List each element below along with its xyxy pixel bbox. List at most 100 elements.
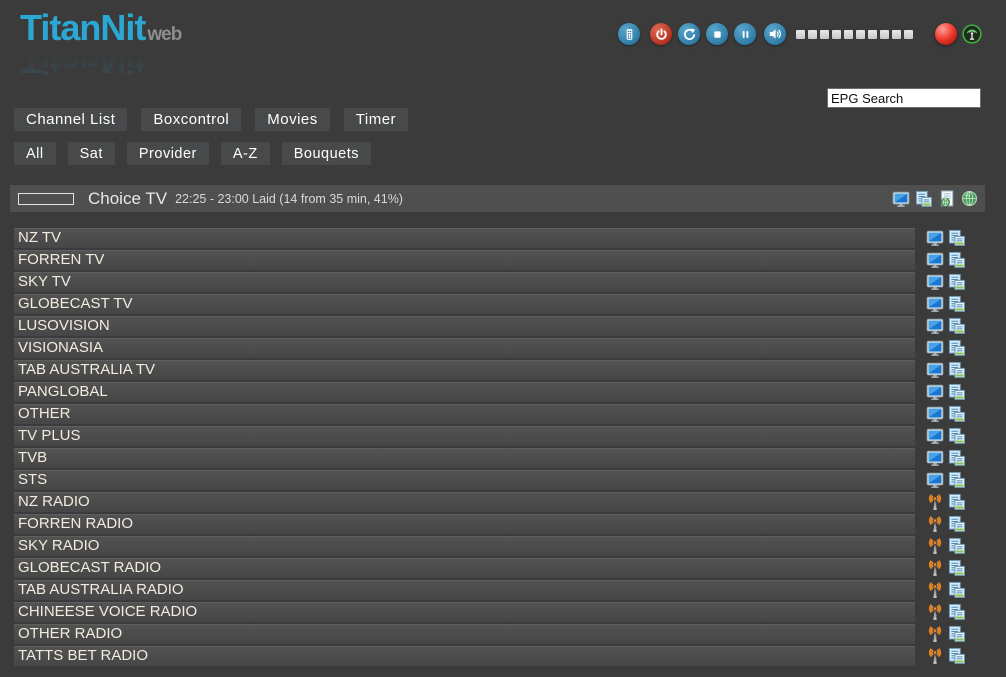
volume-segment[interactable] <box>868 30 877 39</box>
channel-row-bar[interactable]: SKY TV <box>14 272 915 292</box>
radio-icon[interactable] <box>926 581 944 599</box>
tv-screen-icon[interactable] <box>892 190 910 208</box>
channel-row-bar[interactable]: OTHER <box>14 404 915 424</box>
epg-icon[interactable] <box>948 449 966 467</box>
channel-row-bar[interactable]: OTHER RADIO <box>14 624 915 644</box>
channel-row-bar[interactable]: NZ TV <box>14 228 915 248</box>
channel-row-bar[interactable]: PANGLOBAL <box>14 382 915 402</box>
channel-row-actions <box>922 383 966 401</box>
epg-icon[interactable] <box>948 339 966 357</box>
radio-icon[interactable] <box>926 493 944 511</box>
epg-search-input[interactable] <box>827 88 981 108</box>
stream-icon[interactable] <box>962 24 982 44</box>
epg-icon[interactable] <box>948 405 966 423</box>
channel-row-bar[interactable]: LUSOVISION <box>14 316 915 336</box>
epg-icon[interactable] <box>948 383 966 401</box>
radio-icon[interactable] <box>926 625 944 643</box>
tv-screen-icon[interactable] <box>926 229 944 247</box>
epg-icon[interactable] <box>948 229 966 247</box>
volume-segment[interactable] <box>796 30 805 39</box>
progress-bar <box>18 193 74 205</box>
stop-icon[interactable] <box>706 23 728 45</box>
channel-row-actions <box>922 515 966 533</box>
volume-segment[interactable] <box>904 30 913 39</box>
channel-row-bar[interactable]: CHINEESE VOICE RADIO <box>14 602 915 622</box>
webtv-icon[interactable] <box>938 190 956 208</box>
nav-tab-boxcontrol[interactable]: Boxcontrol <box>141 108 241 131</box>
channel-row-bar[interactable]: STS <box>14 470 915 490</box>
tv-screen-icon[interactable] <box>926 273 944 291</box>
epg-icon[interactable] <box>948 603 966 621</box>
epg-icon[interactable] <box>915 190 933 208</box>
volume-segment[interactable] <box>820 30 829 39</box>
channel-list: NZ TV FORREN TV <box>14 228 1006 668</box>
radio-icon[interactable] <box>926 559 944 577</box>
epg-icon[interactable] <box>948 251 966 269</box>
volume-segment[interactable] <box>808 30 817 39</box>
epg-icon[interactable] <box>948 295 966 313</box>
radio-icon[interactable] <box>926 647 944 665</box>
tv-screen-icon[interactable] <box>926 251 944 269</box>
channel-row-bar[interactable]: GLOBECAST RADIO <box>14 558 915 578</box>
radio-icon[interactable] <box>926 515 944 533</box>
channel-row-bar[interactable]: FORREN RADIO <box>14 514 915 534</box>
channel-row: GLOBECAST TV <box>14 294 1006 314</box>
epg-icon[interactable] <box>948 537 966 555</box>
volume-segment[interactable] <box>892 30 901 39</box>
epg-icon[interactable] <box>948 427 966 445</box>
channel-row-bar[interactable]: TAB AUSTRALIA RADIO <box>14 580 915 600</box>
volume-segment[interactable] <box>832 30 841 39</box>
pause-icon[interactable] <box>734 23 756 45</box>
remote-icon[interactable] <box>618 23 640 45</box>
channel-row-bar[interactable]: FORREN TV <box>14 250 915 270</box>
radio-icon[interactable] <box>926 603 944 621</box>
channel-row-bar[interactable]: SKY RADIO <box>14 536 915 556</box>
tv-screen-icon[interactable] <box>926 427 944 445</box>
tv-screen-icon[interactable] <box>926 317 944 335</box>
filter-button-provider[interactable]: Provider <box>127 142 209 165</box>
tv-screen-icon[interactable] <box>926 405 944 423</box>
channel-row-bar[interactable]: NZ RADIO <box>14 492 915 512</box>
nav-tab-timer[interactable]: Timer <box>344 108 408 131</box>
filter-button-all[interactable]: All <box>14 142 56 165</box>
epg-icon[interactable] <box>948 361 966 379</box>
epg-icon[interactable] <box>948 581 966 599</box>
channel-row-bar[interactable]: TAB AUSTRALIA TV <box>14 360 915 380</box>
epg-icon[interactable] <box>948 625 966 643</box>
nav-tab-channel-list[interactable]: Channel List <box>14 108 127 131</box>
channel-row-bar[interactable]: TV PLUS <box>14 426 915 446</box>
epg-icon[interactable] <box>948 273 966 291</box>
volume-segment[interactable] <box>844 30 853 39</box>
epg-icon[interactable] <box>948 493 966 511</box>
filter-button-a-z[interactable]: A-Z <box>221 142 270 165</box>
restart-icon[interactable] <box>678 23 700 45</box>
tv-screen-icon[interactable] <box>926 295 944 313</box>
tv-screen-icon[interactable] <box>926 361 944 379</box>
tv-screen-icon[interactable] <box>926 339 944 357</box>
filter-button-sat[interactable]: Sat <box>68 142 115 165</box>
epg-icon[interactable] <box>948 559 966 577</box>
volume-icon[interactable] <box>764 23 786 45</box>
tv-screen-icon[interactable] <box>926 383 944 401</box>
channel-row-bar[interactable]: TVB <box>14 448 915 468</box>
epg-icon[interactable] <box>948 317 966 335</box>
record-icon[interactable] <box>935 23 957 45</box>
volume-level-bar[interactable] <box>793 30 913 39</box>
epg-icon[interactable] <box>948 515 966 533</box>
epg-icon[interactable] <box>948 647 966 665</box>
channel-row-actions <box>922 229 966 247</box>
power-icon[interactable] <box>650 23 672 45</box>
tv-screen-icon[interactable] <box>926 449 944 467</box>
globe-icon[interactable] <box>961 190 978 207</box>
channel-row-bar[interactable]: VISIONASIA <box>14 338 915 358</box>
volume-segment[interactable] <box>856 30 865 39</box>
radio-icon[interactable] <box>926 537 944 555</box>
epg-icon[interactable] <box>948 471 966 489</box>
tv-screen-icon[interactable] <box>926 471 944 489</box>
volume-segment[interactable] <box>880 30 889 39</box>
nav-tab-movies[interactable]: Movies <box>255 108 330 131</box>
now-playing-actions <box>887 190 985 208</box>
filter-button-bouquets[interactable]: Bouquets <box>282 142 371 165</box>
channel-row-bar[interactable]: GLOBECAST TV <box>14 294 915 314</box>
channel-row-bar[interactable]: TATTS BET RADIO <box>14 646 915 666</box>
